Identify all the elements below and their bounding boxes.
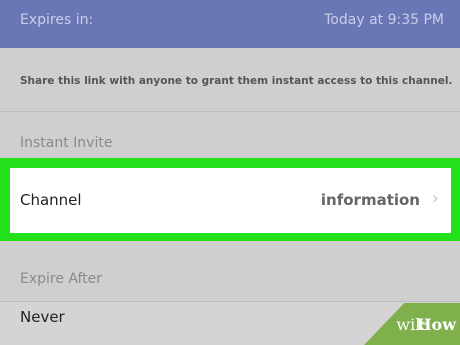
expires-header: Expires in: Today at 9:35 PM — [0, 0, 460, 48]
expires-label: Expires in: — [20, 12, 94, 28]
channel-row[interactable]: Channel information › — [10, 168, 451, 233]
watermark-how: How — [416, 315, 456, 334]
channel-label: Channel — [20, 191, 82, 209]
expire-after-heading: Expire After — [20, 271, 103, 287]
chevron-right-icon: › — [431, 188, 439, 209]
never-label: Never — [20, 308, 65, 326]
instant-invite-heading: Instant Invite — [20, 135, 113, 151]
expires-value: Today at 9:35 PM — [324, 12, 444, 28]
divider — [0, 111, 460, 112]
share-description: Share this link with anyone to grant the… — [20, 75, 453, 87]
channel-value: information — [320, 191, 420, 209]
